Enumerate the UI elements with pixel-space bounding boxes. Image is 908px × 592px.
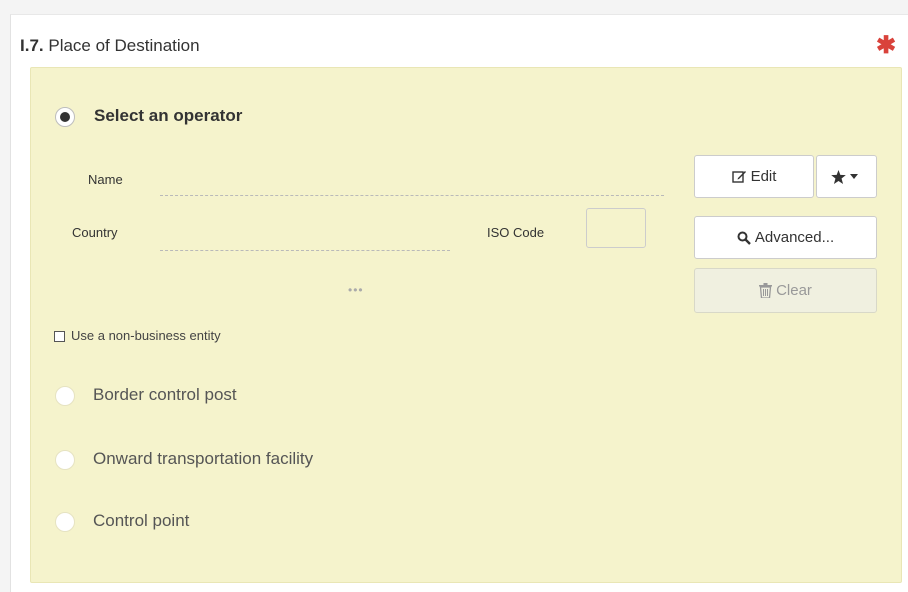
iso-code-label: ISO Code <box>487 225 545 240</box>
edit-button-label: Edit <box>750 168 777 185</box>
section-title: I.7. Place of Destination <box>20 36 200 56</box>
trash-icon <box>759 283 773 298</box>
name-field[interactable] <box>160 168 664 194</box>
country-field-underline <box>160 250 450 251</box>
onward-transportation-facility-label: Onward transportation facility <box>93 449 314 468</box>
edit-icon <box>731 171 746 183</box>
caret-down-icon <box>850 174 858 179</box>
star-icon <box>831 169 846 184</box>
onward-transportation-facility-radio[interactable] <box>55 450 75 470</box>
more-details-indicator[interactable]: ••• <box>348 283 364 297</box>
clear-button[interactable]: Clear <box>694 268 877 313</box>
edit-button[interactable]: Edit <box>694 155 814 198</box>
border-control-post-radio[interactable] <box>55 386 75 406</box>
top-strip <box>0 0 908 14</box>
name-field-underline <box>160 195 664 196</box>
iso-code-field[interactable] <box>586 208 646 248</box>
required-asterisk-icon: ✱ <box>876 32 897 59</box>
country-field[interactable] <box>160 222 450 248</box>
advanced-search-button[interactable]: Advanced... <box>694 216 877 259</box>
advanced-button-label: Advanced... <box>754 229 835 246</box>
favorites-dropdown-button[interactable] <box>816 155 877 198</box>
select-operator-radio[interactable] <box>55 107 75 127</box>
name-label: Name <box>88 172 123 187</box>
section-title-text: Place of Destination <box>48 36 200 55</box>
section-number: I.7. <box>20 36 44 55</box>
non-business-entity-label: Use a non-business entity <box>71 328 221 343</box>
control-point-label: Control point <box>93 511 190 530</box>
search-icon <box>737 231 751 245</box>
clear-button-label: Clear <box>776 282 812 299</box>
country-label: Country <box>72 225 118 240</box>
non-business-entity-checkbox[interactable] <box>54 331 65 342</box>
control-point-radio[interactable] <box>55 512 75 532</box>
border-control-post-label: Border control post <box>93 385 237 404</box>
destination-form-panel <box>30 67 902 583</box>
select-operator-label: Select an operator <box>94 106 243 125</box>
